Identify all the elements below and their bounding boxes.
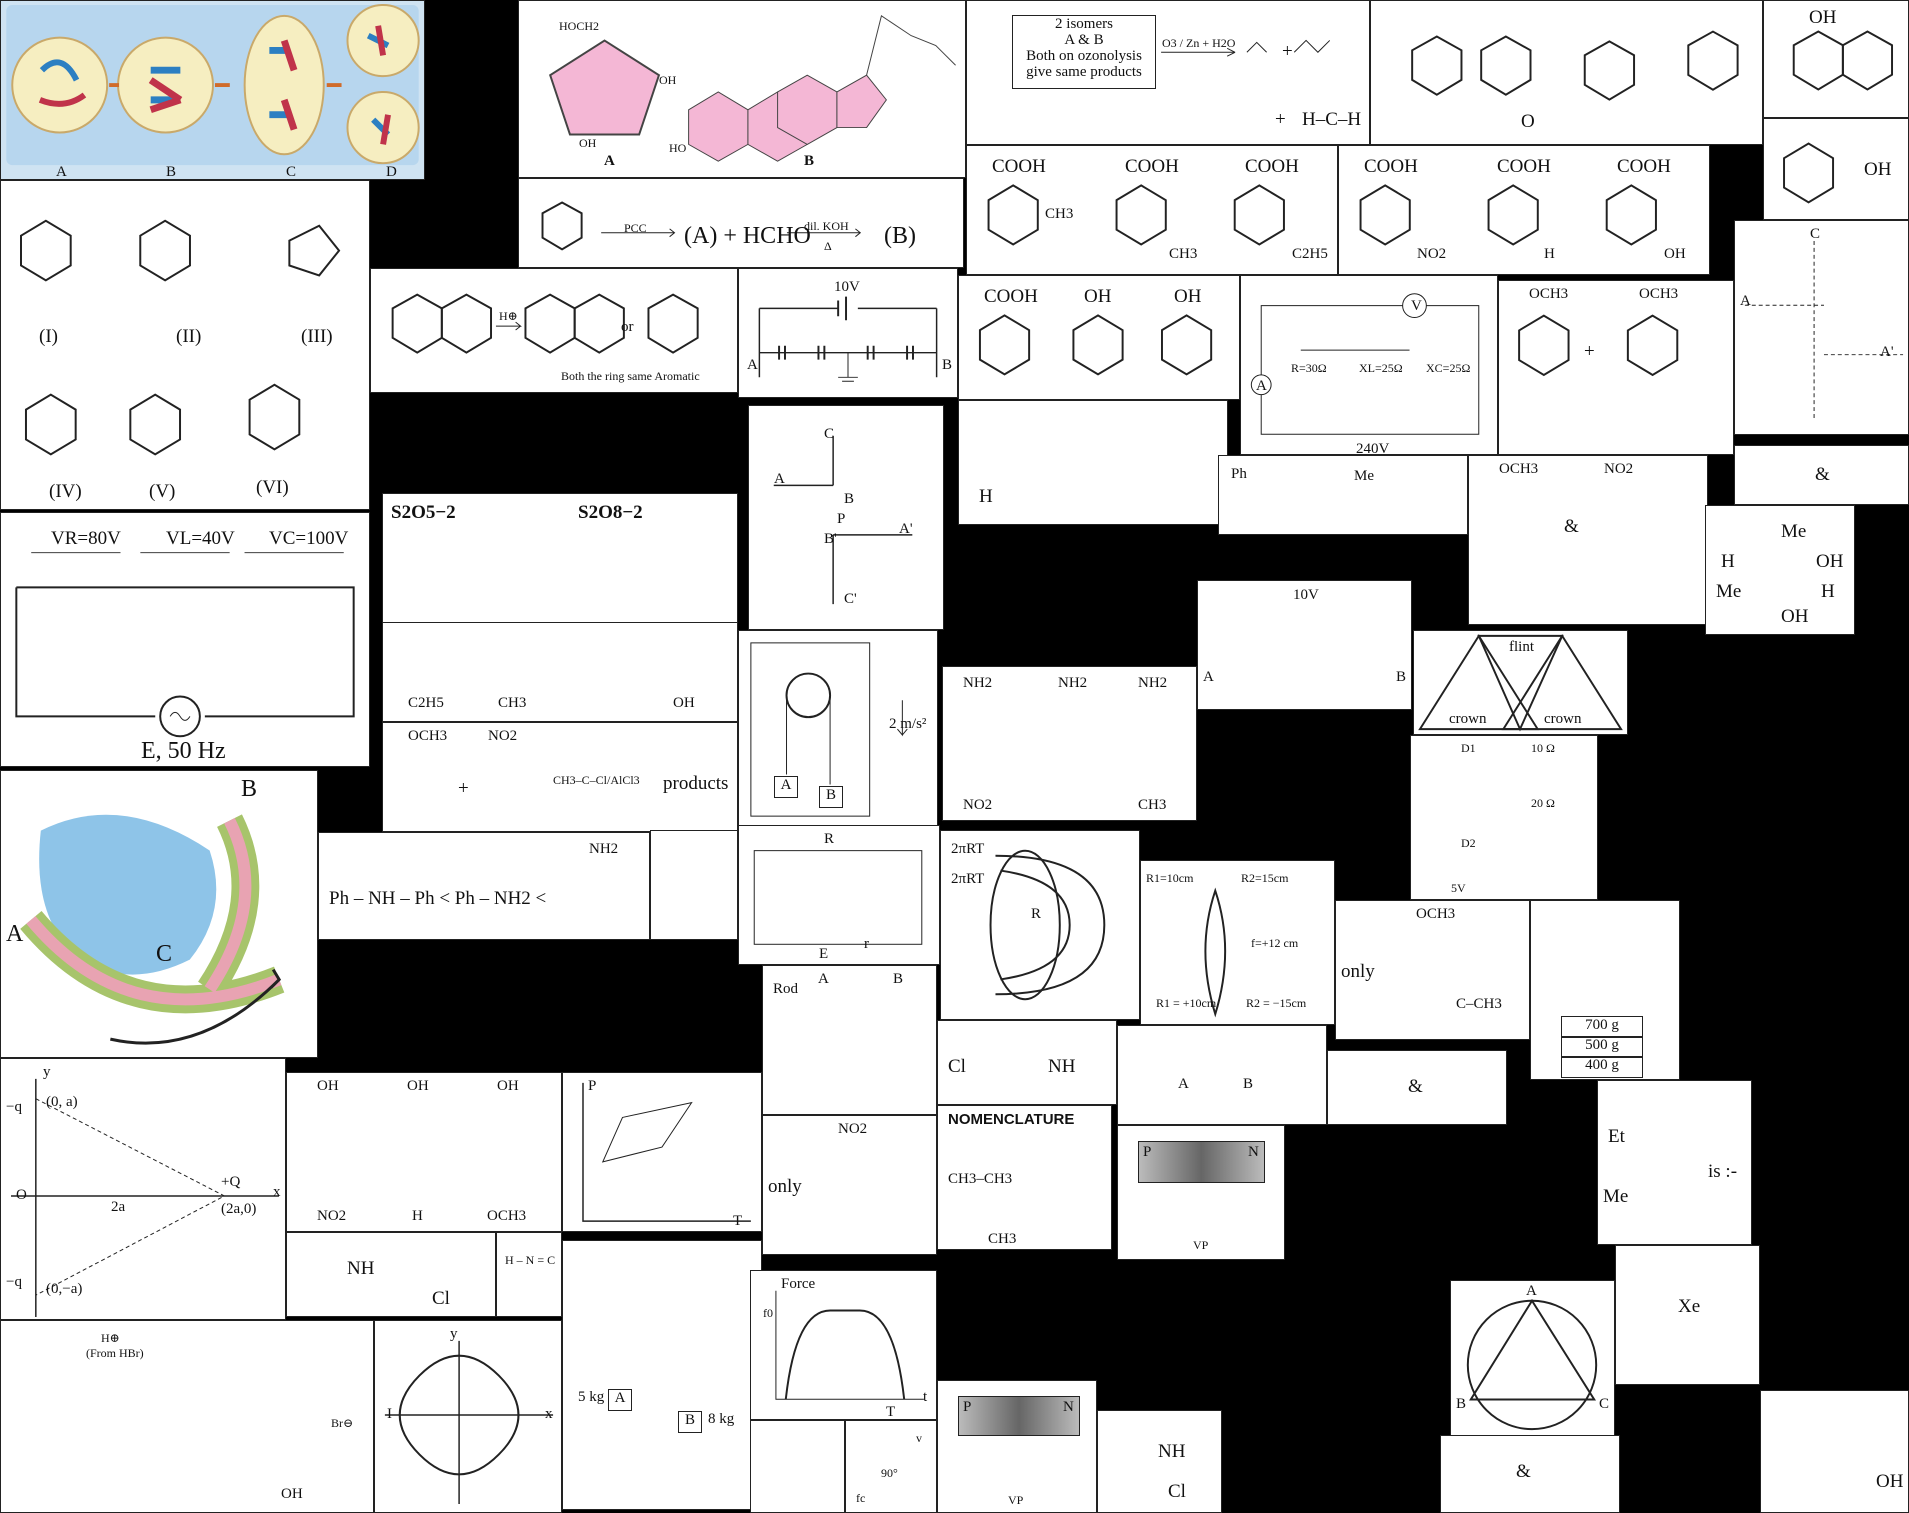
naphthol-corner: OH xyxy=(1763,0,1909,118)
prism-figure: flint crown crown xyxy=(1413,630,1628,735)
alveolus-figure: O B A C xyxy=(0,770,318,1058)
thf-mechanism: H⊕ (From HBr) Br⊖ OH xyxy=(0,1320,374,1513)
sulfur-oxyanions: S2O5−2 S2O8−2 xyxy=(382,493,738,623)
nitro-anisole: OCH3 NO2 & xyxy=(1468,455,1708,625)
masses-spring: 700 g 500 g 400 g xyxy=(1530,900,1680,1080)
lrc-circuit-2: R=30Ω XL=25Ω XC=25Ω V A 240V xyxy=(1240,275,1498,455)
aldehyde-order: Ph Me xyxy=(1218,455,1468,535)
lens-figure: R1=10cm R2=15cm f=+12 cm R1 = +10cm R2 =… xyxy=(1140,860,1335,1025)
amide-chloride: Cl NH xyxy=(937,1020,1117,1105)
hydrazoic: H – N = C xyxy=(496,1232,562,1317)
friedel-crafts: OCH3 NO2 + CH3–C–Cl/AlCl3 products xyxy=(382,722,738,832)
triangle-figure: A B C xyxy=(1450,1280,1615,1440)
rings-figure: 2πRT 2πRT R xyxy=(940,830,1140,1020)
basicity-order: Ph – NH – Ph < Ph – NH2 < NH2 xyxy=(318,832,650,940)
acidity-series: COOH OH OH xyxy=(958,275,1240,400)
naphthol-bottom: OH xyxy=(1760,1390,1909,1513)
butene-pair: & xyxy=(1734,445,1909,505)
amine-chloride: NH Cl xyxy=(1097,1410,1222,1513)
coumarin-ester: Et Me is :- xyxy=(1597,1080,1752,1245)
fischer-projection: Me H OH Me H OH xyxy=(1705,505,1855,635)
pn-junction-bottom: P N VP xyxy=(937,1380,1097,1513)
ketone-structures: O xyxy=(1370,0,1763,145)
nomenclature: NOMENCLATURE CH3–CH3 CH3 xyxy=(937,1105,1112,1250)
aniline-series: NH2 NH2 NH2 NO2 CH3 xyxy=(942,666,1197,821)
only-nitro-acetophenone: only NO2 xyxy=(762,1115,937,1255)
pyrrole-series-1: H xyxy=(958,400,1228,525)
alkene-pair-2: & xyxy=(1327,1050,1507,1125)
pn-junction-1: P N VP xyxy=(1117,1125,1285,1260)
benzoic-series-2: COOH COOH COOH NO2 H OH xyxy=(1338,145,1710,275)
xe-phenol: Xe xyxy=(1615,1245,1760,1385)
velocity-angle: v 90° fc xyxy=(845,1420,937,1513)
diode-circuit: D1 10 Ω 20 Ω D2 5V xyxy=(1410,735,1598,900)
charges-figure: y x −q (0, a) −q (0,−a) O 2a +Q (2a,0) xyxy=(0,1058,286,1320)
label-c: C xyxy=(286,164,297,180)
lrc-circuit-1: VR=80V VL=40V VC=100V E, 50 Hz xyxy=(0,512,370,767)
force-graph: Force f0 t T xyxy=(750,1270,937,1420)
rer-circuit: R E r xyxy=(738,825,940,965)
sugar-steroid-figure: HOCH2 OH OH HO A B xyxy=(518,0,966,178)
pulley-system-2: A B 5 kg 8 kg xyxy=(562,1240,762,1510)
only-methoxy-acetophenone: only OCH3 C–CH3 xyxy=(1335,900,1530,1040)
furan-dimethyl xyxy=(750,1420,845,1513)
anisole-acylation: OCH3 OCH3 + xyxy=(1498,280,1734,455)
label-b: B xyxy=(166,164,177,180)
ozonolysis-box: 2 isomers A & B Both on ozonolysis give sa… xyxy=(966,0,1370,145)
label-a: A xyxy=(56,164,67,180)
capacitor-network-1: 10V A B xyxy=(738,268,958,398)
methylcyclohexenone xyxy=(650,830,738,940)
current-loop: y x I xyxy=(374,1320,562,1513)
hydroxymethyl-ketone: OH xyxy=(1763,118,1909,220)
benzoic-series: COOH COOH COOH CH3 CH3 C2H5 xyxy=(966,145,1338,275)
cyclohexanol-pcc: PCC (A) + HCHO dil. KOH Δ (B) xyxy=(518,178,964,268)
wires-figure-1: C A B P B' A' C' xyxy=(748,405,944,630)
streamline-flow: A B xyxy=(1117,1025,1327,1125)
chloroethylamine: NH Cl xyxy=(286,1232,496,1317)
nitrophenol-series: OH OH OH NO2 H OCH3 xyxy=(286,1072,562,1232)
alkene-series: C2H5 CH3 OH xyxy=(382,622,738,722)
naphthol-aromatic: H⊕ or Both the ring same Aromatic xyxy=(370,268,738,393)
rod-spring: Rod A B xyxy=(762,965,937,1115)
aromatic-set: (I) (II) (III) (IV) (V) (VI) xyxy=(0,180,370,510)
diene-pair: & xyxy=(1440,1435,1620,1513)
pulley-system-1: A B 2 m/s² xyxy=(738,630,938,830)
label-d: D xyxy=(386,164,397,180)
cell-division-figure: A B C D xyxy=(0,0,425,180)
capacitor-network-2: 10V A B xyxy=(1197,580,1412,710)
wires-figure-2: C A A' xyxy=(1734,220,1909,435)
pt-graph: P T xyxy=(562,1072,762,1232)
